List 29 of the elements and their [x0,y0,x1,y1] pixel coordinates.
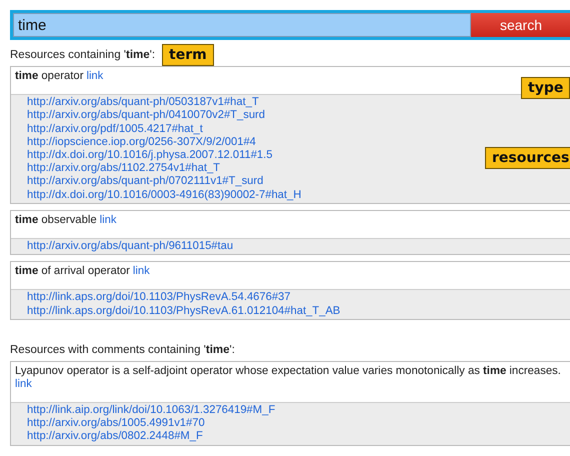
resource-link[interactable]: http://dx.doi.org/10.1016/0003-4916(83)90002-7#hat_H [27,188,302,202]
search-field[interactable]: time [13,13,471,37]
result-link[interactable]: link [86,70,104,84]
resource-link[interactable]: http://arxiv.org/abs/quant-ph/9611015#tau [27,240,234,254]
resource-link[interactable]: http://link.aps.org/doi/10.1103/PhysRevA.54.4676#37 [27,291,291,305]
resource-link[interactable]: http://arxiv.org/abs/1005.4991v1#70 [27,417,205,430]
section-heading: Resources containing 'time': [10,49,156,61]
resource-link[interactable]: http://link.aip.org/link/doi/10.1063/1.3276419#M_F [27,404,276,418]
resource-link[interactable]: http://iopscience.iop.org/0256-307X/9/2/001#4 [27,136,256,150]
result-title: Lyapunov operator is a self-adjoint operator whose expectation value varies monotonically as time increases. [15,364,561,378]
resource-link[interactable]: http://arxiv.org/abs/quant-ph/0410070v2#T_surd [27,109,265,123]
result-link[interactable]: link [132,265,150,278]
resource-link[interactable]: http://arxiv.org/abs/quant-ph/0503187v1#hat_T [27,96,259,110]
result-link[interactable]: link [100,214,116,228]
result-title: time of arrival operator [15,265,130,278]
annotation-callout: type [521,77,570,99]
resource-link[interactable]: http://link.aps.org/doi/10.1103/PhysRevA.61.012104#hat_T_AB [27,304,340,318]
resource-link[interactable]: http://arxiv.org/pdf/1005.4217#hat_t [27,122,203,136]
resource-link[interactable]: http://dx.doi.org/10.1016/j.physa.2007.12.011#1.5 [27,149,272,162]
annotation-callout: resources [485,147,570,169]
result-title: time observable [15,214,97,227]
resource-link[interactable]: http://arxiv.org/abs/0802.2448#M_F [27,430,203,444]
annotation-callout: term [162,44,214,66]
result-title: time operator [15,70,84,83]
section-heading: Resources with comments containing 'time': [10,344,235,356]
resource-link[interactable]: http://arxiv.org/abs/quant-ph/0702111v1#T_surd [27,175,264,189]
resource-link[interactable]: http://arxiv.org/abs/1102.2754v1#hat_T [27,162,220,176]
search-button[interactable]: search [471,13,570,37]
result-link[interactable]: link [15,378,32,392]
